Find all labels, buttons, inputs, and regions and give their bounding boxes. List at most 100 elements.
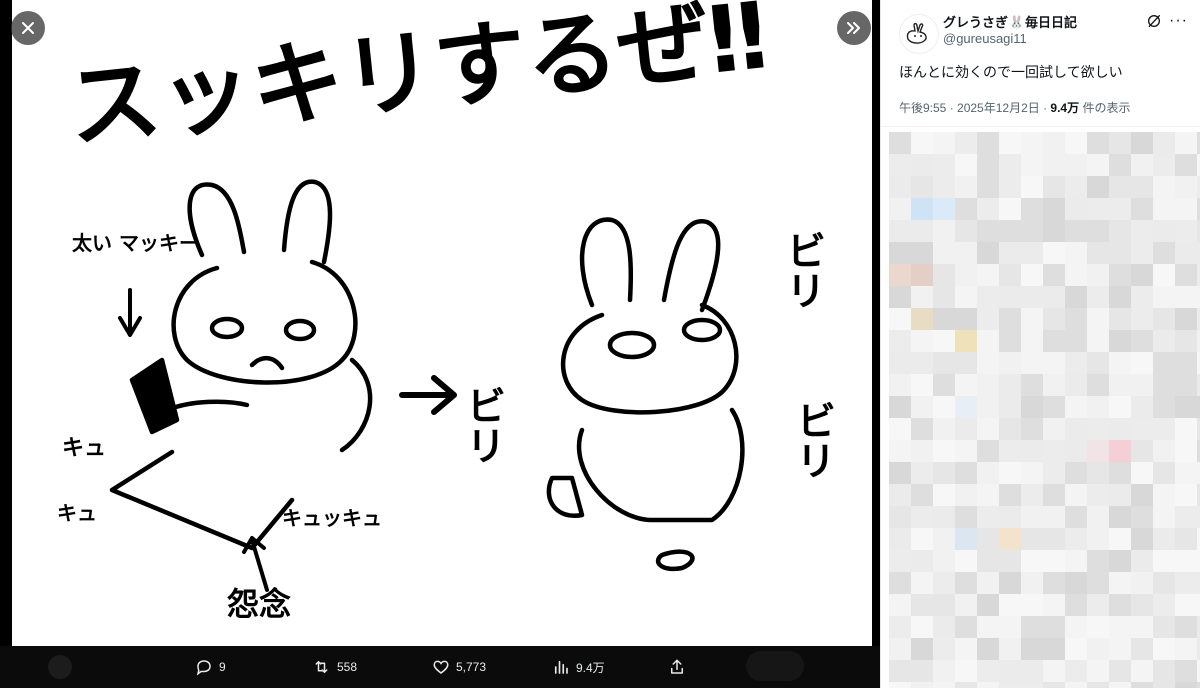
mosaic-cell bbox=[933, 682, 955, 688]
mosaic-cell bbox=[911, 638, 933, 660]
mosaic-cell bbox=[977, 154, 999, 176]
tweet-image[interactable]: スッキリするぜ‼ 太い マッキー キュ キュ キュッキュ 怨念 ビリ ビリ ビリ bbox=[12, 0, 872, 646]
mosaic-cell bbox=[1043, 506, 1065, 528]
mosaic-cell bbox=[933, 572, 955, 594]
mosaic-cell bbox=[1153, 220, 1175, 242]
right-rabbit bbox=[546, 217, 745, 572]
mosaic-cell bbox=[955, 286, 977, 308]
mosaic-cell bbox=[1175, 418, 1197, 440]
mosaic-cell bbox=[889, 176, 911, 198]
mosaic-cell bbox=[889, 242, 911, 264]
mosaic-cell bbox=[1021, 506, 1043, 528]
like-button[interactable]: 5,773 bbox=[432, 646, 486, 688]
mosaic-cell bbox=[999, 154, 1021, 176]
mosaic-cell bbox=[1021, 550, 1043, 572]
mosaic-cell bbox=[1043, 418, 1065, 440]
mosaic-cell bbox=[977, 396, 999, 418]
mosaic-cell bbox=[1175, 132, 1197, 154]
reply-icon bbox=[196, 660, 211, 676]
mosaic-cell bbox=[999, 616, 1021, 638]
next-image-button[interactable] bbox=[837, 11, 871, 45]
mosaic-cell bbox=[1065, 638, 1087, 660]
mosaic-cell bbox=[1065, 154, 1087, 176]
mosaic-cell bbox=[933, 242, 955, 264]
mosaic-cell bbox=[1087, 198, 1109, 220]
views-count: 9.4万 bbox=[576, 660, 605, 675]
mosaic-cell bbox=[1087, 242, 1109, 264]
mosaic-cell bbox=[1065, 594, 1087, 616]
mosaic-cell bbox=[1021, 572, 1043, 594]
mosaic-cell bbox=[933, 352, 955, 374]
avatar[interactable] bbox=[899, 14, 939, 54]
mosaic-cell bbox=[1021, 660, 1043, 682]
mosaic-cell bbox=[1109, 264, 1131, 286]
mosaic-cell bbox=[1065, 572, 1087, 594]
mosaic-cell bbox=[999, 132, 1021, 154]
mosaic-cell bbox=[1087, 352, 1109, 374]
mosaic-cell bbox=[999, 638, 1021, 660]
biri-right-bottom-label: ビリ bbox=[789, 400, 835, 480]
mosaic-cell bbox=[1153, 396, 1175, 418]
mosaic-cell bbox=[889, 154, 911, 176]
user-handle[interactable]: @gureusagi11 bbox=[943, 31, 1027, 46]
mosaic-cell bbox=[1109, 308, 1131, 330]
mosaic-cell bbox=[1087, 528, 1109, 550]
right-arrow bbox=[399, 375, 457, 415]
mosaic-cell bbox=[1021, 616, 1043, 638]
mosaic-cell bbox=[911, 396, 933, 418]
mosaic-cell bbox=[1175, 682, 1197, 688]
mosaic-cell bbox=[1131, 528, 1153, 550]
grok-icon[interactable] bbox=[1146, 13, 1162, 29]
mosaic-cell bbox=[1109, 462, 1131, 484]
biri-right-top-label: ビリ bbox=[779, 230, 825, 310]
repost-button[interactable]: 558 bbox=[312, 646, 357, 688]
mosaic-cell bbox=[933, 198, 955, 220]
down-arrow bbox=[118, 288, 142, 337]
mosaic-cell bbox=[1153, 550, 1175, 572]
mosaic-cell bbox=[1109, 374, 1131, 396]
more-icon[interactable]: ··· bbox=[1169, 12, 1188, 30]
display-name-text: グレうさぎ bbox=[943, 15, 1009, 30]
mosaic-cell bbox=[933, 550, 955, 572]
mosaic-cell bbox=[1021, 462, 1043, 484]
mosaic-cell bbox=[933, 506, 955, 528]
views-button[interactable]: 9.4万 bbox=[552, 646, 605, 688]
marker-label: 太い マッキー bbox=[72, 231, 199, 255]
share-button[interactable] bbox=[668, 646, 686, 688]
mosaic-cell bbox=[1065, 484, 1087, 506]
mosaic-cell bbox=[933, 638, 955, 660]
mosaic-cell bbox=[1153, 594, 1175, 616]
mosaic-cell bbox=[955, 616, 977, 638]
mosaic-cell bbox=[1153, 286, 1175, 308]
mosaic-cell bbox=[1087, 418, 1109, 440]
mosaic-cell bbox=[1021, 594, 1043, 616]
mosaic-cell bbox=[933, 418, 955, 440]
mosaic-cell bbox=[1087, 176, 1109, 198]
mosaic-cell bbox=[1153, 418, 1175, 440]
timestamp[interactable]: 午後9:55 · 2025年12月2日 · bbox=[899, 101, 1047, 115]
mosaic-cell bbox=[1021, 198, 1043, 220]
mosaic-cell bbox=[1109, 660, 1131, 682]
mosaic-cell bbox=[1043, 220, 1065, 242]
mosaic-cell bbox=[1153, 374, 1175, 396]
mosaic-cell bbox=[955, 550, 977, 572]
mosaic-cell bbox=[1087, 330, 1109, 352]
mosaic-cell bbox=[1087, 572, 1109, 594]
mosaic-cell bbox=[1153, 198, 1175, 220]
reply-button[interactable]: 9 bbox=[195, 646, 226, 688]
mosaic-cell bbox=[955, 418, 977, 440]
mosaic-cell bbox=[1109, 330, 1131, 352]
display-name[interactable]: グレうさぎ 🐰 毎日日記 bbox=[943, 12, 1077, 31]
mosaic-cell bbox=[911, 308, 933, 330]
mosaic-cell bbox=[1153, 528, 1175, 550]
mosaic-cell bbox=[955, 352, 977, 374]
mosaic-cell bbox=[889, 264, 911, 286]
mosaic-cell bbox=[1065, 682, 1087, 688]
mosaic-cell bbox=[1087, 660, 1109, 682]
mosaic-cell bbox=[977, 286, 999, 308]
mosaic-cell bbox=[1065, 374, 1087, 396]
mosaic-cell bbox=[1021, 286, 1043, 308]
close-button[interactable] bbox=[11, 11, 45, 45]
mosaic-cell bbox=[1109, 242, 1131, 264]
mosaic-cell bbox=[1021, 682, 1043, 688]
